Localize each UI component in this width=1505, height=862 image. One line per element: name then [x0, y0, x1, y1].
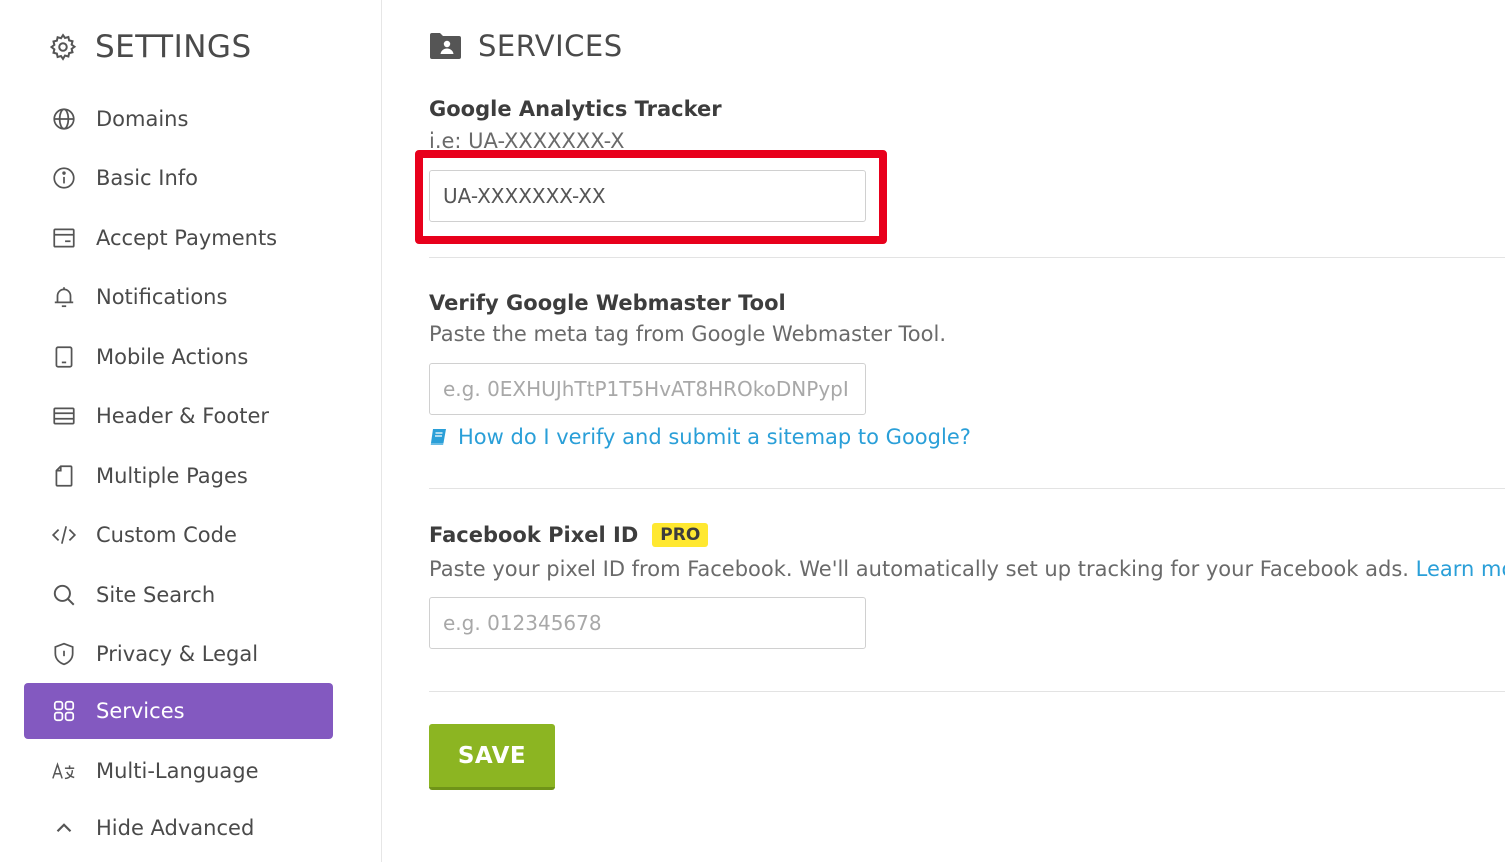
payment-card-icon	[50, 224, 78, 252]
facebook-pixel-input[interactable]	[429, 597, 866, 649]
sidebar-title: SETTINGS	[48, 26, 252, 68]
sidebar-item-multiple-pages[interactable]: Multiple Pages	[24, 448, 333, 504]
learn-more-link[interactable]: Learn more.	[1416, 557, 1505, 581]
sidebar-item-label: Services	[96, 699, 185, 723]
language-icon	[50, 757, 78, 785]
globe-icon	[50, 105, 78, 133]
google-analytics-input[interactable]	[429, 170, 866, 222]
sitemap-help-link[interactable]: How do I verify and submit a sitemap to …	[429, 425, 971, 449]
facebook-pixel-hint: Paste your pixel ID from Facebook. We'll…	[429, 557, 1505, 581]
google-analytics-label: Google Analytics Tracker	[429, 97, 722, 121]
sidebar-item-basic-info[interactable]: Basic Info	[24, 150, 333, 206]
save-button[interactable]: SAVE	[429, 724, 555, 790]
sidebar-item-notifications[interactable]: Notifications	[24, 269, 333, 325]
sidebar-item-domains[interactable]: Domains	[24, 91, 333, 147]
services-panel: SERVICES Google Analytics Tracker i.e: U…	[415, 0, 1505, 862]
sitemap-help-link-text: How do I verify and submit a sitemap to …	[458, 425, 971, 449]
folder-user-icon	[430, 33, 461, 59]
divider	[429, 691, 1505, 692]
sidebar-item-site-search[interactable]: Site Search	[24, 567, 333, 623]
book-icon	[430, 429, 446, 445]
sidebar-item-header-footer[interactable]: Header & Footer	[24, 388, 333, 444]
facebook-pixel-label: Facebook Pixel ID PRO	[429, 523, 709, 547]
page-title: SERVICES	[429, 26, 623, 66]
webmaster-hint: Paste the meta tag from Google Webmaster…	[429, 322, 947, 346]
bell-icon	[50, 283, 78, 311]
webmaster-input[interactable]	[429, 363, 866, 415]
sidebar-item-label: Domains	[96, 107, 189, 131]
sidebar-item-privacy-legal[interactable]: Privacy & Legal	[24, 626, 333, 682]
sidebar-item-label: Hide Advanced	[96, 816, 255, 840]
hide-advanced-toggle[interactable]: Hide Advanced	[24, 800, 333, 856]
sidebar-item-custom-code[interactable]: Custom Code	[24, 507, 333, 563]
sidebar-item-label: Multiple Pages	[96, 464, 248, 488]
sidebar-item-label: Basic Info	[96, 166, 199, 190]
info-icon	[50, 164, 78, 192]
header-footer-icon	[50, 402, 78, 430]
settings-sidebar: SETTINGS Domains Basic Info Accept Payme…	[0, 0, 382, 862]
pro-badge: PRO	[652, 523, 709, 547]
sidebar-item-accept-payments[interactable]: Accept Payments	[24, 210, 333, 266]
mobile-icon	[50, 343, 78, 371]
sidebar-item-label: Privacy & Legal	[96, 642, 259, 666]
sidebar-item-label: Header & Footer	[96, 404, 270, 428]
sidebar-item-label: Site Search	[96, 583, 216, 607]
sidebar-item-mobile-actions[interactable]: Mobile Actions	[24, 329, 333, 385]
gear-icon	[49, 33, 77, 61]
pages-icon	[50, 462, 78, 490]
sidebar-item-label: Notifications	[96, 285, 228, 309]
divider	[429, 488, 1505, 489]
search-icon	[50, 581, 78, 609]
code-icon	[50, 521, 78, 549]
grid-icon	[50, 697, 78, 725]
sidebar-title-text: SETTINGS	[95, 29, 252, 65]
sidebar-item-label: Accept Payments	[96, 226, 278, 250]
sidebar-item-label: Custom Code	[96, 523, 237, 547]
sidebar-item-label: Multi-Language	[96, 759, 259, 783]
facebook-pixel-hint-text: Paste your pixel ID from Facebook. We'll…	[429, 557, 1409, 581]
chevron-up-icon	[50, 814, 78, 842]
facebook-pixel-label-text: Facebook Pixel ID	[429, 523, 639, 547]
webmaster-label: Verify Google Webmaster Tool	[429, 291, 786, 315]
google-analytics-hint: i.e: UA-XXXXXXX-X	[429, 129, 625, 153]
sidebar-item-multi-language[interactable]: Multi-Language	[24, 743, 333, 799]
shield-icon	[50, 640, 78, 668]
divider	[429, 257, 1505, 258]
sidebar-item-label: Mobile Actions	[96, 345, 249, 369]
sidebar-item-services[interactable]: Services	[24, 683, 333, 739]
page-title-text: SERVICES	[478, 29, 623, 63]
